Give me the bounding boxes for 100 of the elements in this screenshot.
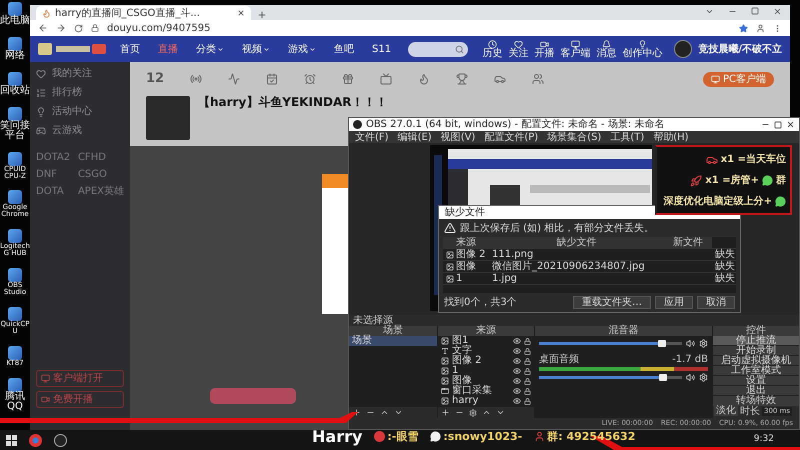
desktop-icon-label[interactable]: 回收站 bbox=[0, 86, 30, 96]
menu-item[interactable]: 文件(F) bbox=[355, 132, 389, 142]
nav-link[interactable]: 游戏 bbox=[282, 44, 322, 54]
new-tab-icon[interactable] bbox=[257, 10, 267, 20]
pc-client-button[interactable]: PC客户端 bbox=[702, 72, 774, 86]
desktop-icon-label[interactable]: 腾讯QQ bbox=[0, 392, 30, 412]
lock-icon[interactable] bbox=[524, 398, 531, 404]
search-icon[interactable] bbox=[455, 44, 464, 54]
settings-icon[interactable] bbox=[469, 408, 477, 416]
nav-link[interactable]: S11 bbox=[366, 44, 398, 54]
source-item[interactable]: 图像 2 bbox=[452, 356, 510, 366]
menu-item[interactable]: 工具(T) bbox=[610, 132, 644, 142]
desktop-icon-label[interactable]: 此电脑 bbox=[0, 16, 30, 26]
app-icon[interactable] bbox=[8, 106, 22, 121]
app-icon[interactable] bbox=[8, 72, 22, 86]
header-icon[interactable] bbox=[514, 40, 523, 48]
header-icon[interactable] bbox=[570, 40, 580, 48]
menu-item[interactable]: 帮助(H) bbox=[653, 132, 689, 142]
search-field[interactable] bbox=[408, 42, 468, 56]
toolbar-icon[interactable] bbox=[304, 73, 316, 85]
username[interactable]: 竞技晨曦/不破不立 bbox=[698, 44, 782, 54]
lock-icon[interactable] bbox=[524, 358, 531, 364]
header-link[interactable]: 开播 bbox=[534, 40, 554, 58]
control-button[interactable]: 停止推流 bbox=[713, 336, 799, 346]
visibility-icon[interactable] bbox=[513, 377, 521, 385]
toolbar-icon[interactable] bbox=[266, 73, 278, 85]
source-item[interactable]: 图1 bbox=[452, 336, 510, 346]
reload-icon[interactable] bbox=[74, 24, 83, 32]
header-icon[interactable] bbox=[602, 40, 611, 48]
visibility-icon[interactable] bbox=[513, 357, 521, 365]
header-link[interactable]: 客户端 bbox=[560, 40, 590, 58]
toolbar-icon[interactable] bbox=[494, 73, 506, 85]
toolbar-icon[interactable] bbox=[190, 73, 202, 85]
app-icon[interactable] bbox=[8, 229, 22, 244]
app-icon[interactable] bbox=[8, 346, 22, 360]
app-icon[interactable] bbox=[8, 307, 22, 322]
nav-link[interactable]: 鱼吧 bbox=[328, 44, 360, 54]
app-icon[interactable] bbox=[8, 36, 22, 51]
header-link[interactable]: 消息 bbox=[596, 40, 616, 58]
visibility-icon[interactable] bbox=[513, 387, 521, 395]
sidebar-item[interactable]: 云游戏 bbox=[36, 125, 124, 136]
nav-link[interactable]: 分类 bbox=[190, 44, 230, 54]
control-button[interactable]: 启动虚拟摄像机 bbox=[713, 356, 799, 366]
maximize-icon[interactable] bbox=[774, 120, 782, 128]
control-button[interactable]: 设置 bbox=[713, 376, 799, 386]
logo-drawing[interactable] bbox=[38, 41, 108, 57]
start-icon[interactable] bbox=[6, 434, 17, 446]
scene-item[interactable]: 场景 bbox=[349, 336, 437, 346]
dialog-button[interactable]: 重载文件夹… bbox=[573, 296, 651, 309]
header-icon[interactable] bbox=[540, 40, 549, 48]
sidebar-item[interactable]: 活动中心 bbox=[36, 106, 124, 117]
visibility-icon[interactable] bbox=[513, 347, 521, 355]
recorder-app-icon[interactable] bbox=[54, 434, 67, 446]
toolbar-icon[interactable] bbox=[342, 73, 354, 85]
bookmark-star-icon[interactable] bbox=[739, 24, 748, 32]
header-icon[interactable] bbox=[638, 40, 647, 48]
toolbar-icon[interactable] bbox=[456, 73, 468, 85]
control-button[interactable]: 工作室模式 bbox=[713, 366, 799, 376]
desktop-icon-label[interactable]: 网络 bbox=[0, 50, 30, 61]
profile-icon[interactable] bbox=[756, 24, 765, 32]
control-button[interactable]: 退出 bbox=[713, 386, 799, 396]
maximize-icon[interactable] bbox=[751, 6, 759, 14]
control-button[interactable]: 开始录制 bbox=[713, 346, 799, 356]
toolbar-icon[interactable] bbox=[228, 73, 240, 85]
source-item[interactable]: 1 bbox=[452, 366, 510, 376]
address-field[interactable]: douyu.com/9407595 bbox=[107, 22, 211, 34]
volume-slider[interactable] bbox=[539, 376, 682, 379]
app-icon[interactable] bbox=[8, 152, 22, 166]
app-icon[interactable] bbox=[8, 2, 22, 16]
speaker-icon[interactable] bbox=[686, 373, 695, 382]
header-link[interactable]: 创作中心 bbox=[622, 40, 662, 58]
toolbar-icon[interactable] bbox=[418, 73, 430, 85]
header-icon[interactable] bbox=[488, 40, 497, 48]
add-icon[interactable] bbox=[441, 408, 450, 417]
visibility-icon[interactable] bbox=[513, 397, 521, 405]
volume-slider[interactable] bbox=[539, 342, 682, 345]
transition-select[interactable]: 淡化 bbox=[714, 406, 738, 416]
settings-icon[interactable] bbox=[699, 373, 708, 382]
menu-item[interactable]: 配置文件(P) bbox=[484, 132, 538, 142]
lock-icon[interactable] bbox=[524, 388, 531, 394]
toolbar-icon[interactable] bbox=[380, 73, 392, 85]
move-up-icon[interactable] bbox=[482, 408, 491, 417]
move-down-icon[interactable] bbox=[394, 408, 403, 417]
browser-app-icon[interactable] bbox=[29, 434, 42, 446]
move-down-icon[interactable] bbox=[496, 408, 505, 417]
lock-icon[interactable] bbox=[524, 368, 531, 374]
app-icon[interactable] bbox=[8, 190, 22, 204]
lock-icon[interactable] bbox=[524, 348, 531, 354]
app-icon[interactable] bbox=[8, 268, 22, 282]
menu-item[interactable]: 视图(V) bbox=[440, 132, 476, 142]
menu-item[interactable]: 场景集合(S) bbox=[547, 132, 602, 142]
speaker-icon[interactable] bbox=[686, 339, 695, 348]
header-link[interactable]: 关注 bbox=[508, 40, 528, 58]
source-item[interactable]: 文字 bbox=[452, 346, 510, 356]
dialog-button[interactable]: 应用 bbox=[655, 296, 693, 309]
settings-icon[interactable] bbox=[699, 339, 708, 348]
visibility-icon[interactable] bbox=[513, 367, 521, 375]
lock-icon[interactable] bbox=[524, 338, 531, 344]
menu-item[interactable]: 编辑(E) bbox=[398, 132, 432, 142]
app-icon[interactable] bbox=[8, 378, 22, 392]
